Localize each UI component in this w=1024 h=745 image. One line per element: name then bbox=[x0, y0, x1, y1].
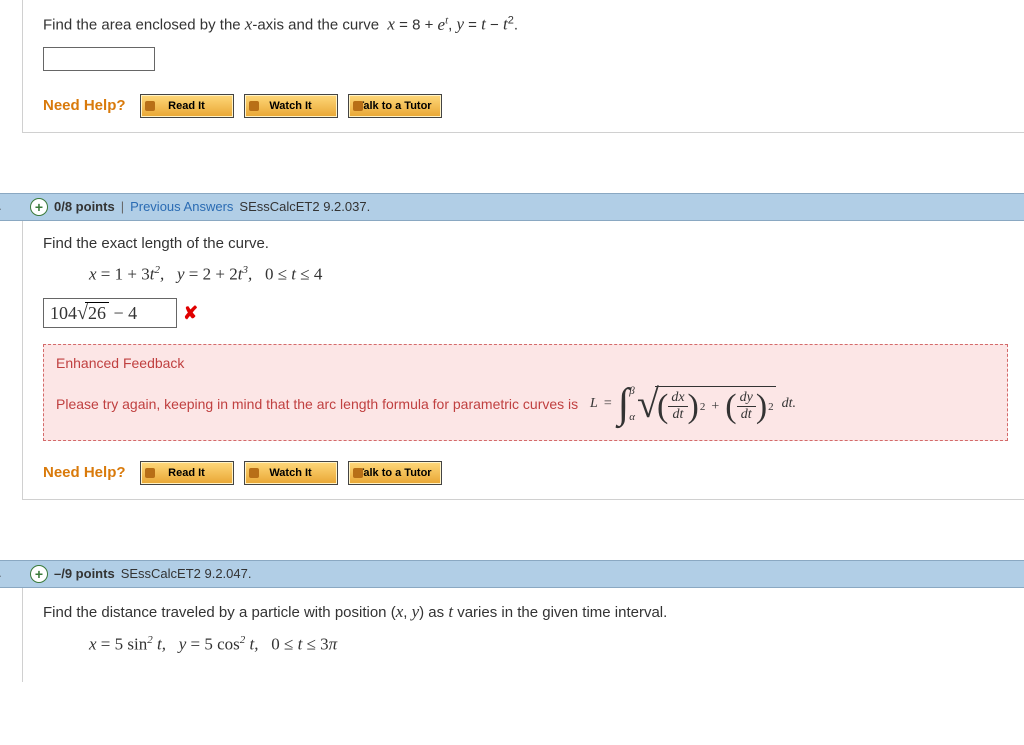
q3-points: –/9 points bbox=[54, 566, 115, 581]
need-help-row-2: Need Help? Read It Watch It Talk to a Tu… bbox=[43, 461, 1008, 485]
need-help-row: Need Help? Read It Watch It Talk to a Tu… bbox=[43, 94, 1008, 118]
q2-header-bar: . + 0/8 points | Previous Answers SEssCa… bbox=[0, 193, 1024, 221]
q2-equation: x = 1 + 3t2, y = 2 + 2t3, 0 ≤ t ≤ 4 bbox=[89, 264, 1008, 285]
feedback-text: Please try again, keeping in mind that t… bbox=[56, 385, 995, 423]
q3-equation: x = 5 sin2 t, y = 5 cos2 t, 0 ≤ t ≤ 3π bbox=[89, 634, 1008, 655]
question-1-container: Find the area enclosed by the x-axis and… bbox=[22, 0, 1024, 133]
q3-prompt: Find the distance traveled by a particle… bbox=[43, 602, 1008, 622]
expand-icon[interactable]: + bbox=[30, 198, 48, 216]
q2-points: 0/8 points bbox=[54, 199, 115, 214]
integral-symbol: ∫ bbox=[618, 388, 630, 422]
row-marker: . bbox=[0, 198, 2, 213]
talk-to-tutor-button[interactable]: Talk to a Tutor bbox=[348, 94, 442, 118]
need-help-label: Need Help? bbox=[43, 97, 126, 114]
q1-prompt: Find the area enclosed by the x-axis and… bbox=[43, 14, 1008, 35]
q1-answer-input[interactable] bbox=[43, 47, 155, 71]
q2-prompt: Find the exact length of the curve. bbox=[43, 235, 1008, 252]
wrong-icon: ✘ bbox=[183, 303, 198, 324]
q2-answer-input[interactable]: 104√26 − 4 bbox=[43, 298, 177, 328]
need-help-label: Need Help? bbox=[43, 464, 126, 481]
talk-to-tutor-button[interactable]: Talk to a Tutor bbox=[348, 461, 442, 485]
arc-length-formula: L = ∫ β α √ ( dxdt ) bbox=[590, 385, 796, 423]
read-it-button[interactable]: Read It bbox=[140, 461, 234, 485]
enhanced-feedback-box: Enhanced Feedback Please try again, keep… bbox=[43, 344, 1008, 440]
watch-it-button[interactable]: Watch It bbox=[244, 94, 338, 118]
q3-header-bar: . + –/9 points SEssCalcET2 9.2.047. bbox=[0, 560, 1024, 588]
feedback-lead: Please try again, keeping in mind that t… bbox=[56, 396, 578, 412]
expand-icon[interactable]: + bbox=[30, 565, 48, 583]
watch-it-button[interactable]: Watch It bbox=[244, 461, 338, 485]
read-it-button[interactable]: Read It bbox=[140, 94, 234, 118]
divider: | bbox=[121, 199, 124, 214]
q3-reference: SEssCalcET2 9.2.047. bbox=[121, 566, 252, 581]
q2-reference: SEssCalcET2 9.2.037. bbox=[239, 199, 370, 214]
question-3-container: Find the distance traveled by a particle… bbox=[22, 588, 1024, 683]
q2-answer-row: 104√26 − 4 ✘ bbox=[43, 298, 1008, 328]
previous-answers-link[interactable]: Previous Answers bbox=[130, 199, 233, 214]
question-2-container: Find the exact length of the curve. x = … bbox=[22, 221, 1024, 500]
row-marker: . bbox=[0, 565, 2, 580]
feedback-title: Enhanced Feedback bbox=[56, 355, 995, 371]
